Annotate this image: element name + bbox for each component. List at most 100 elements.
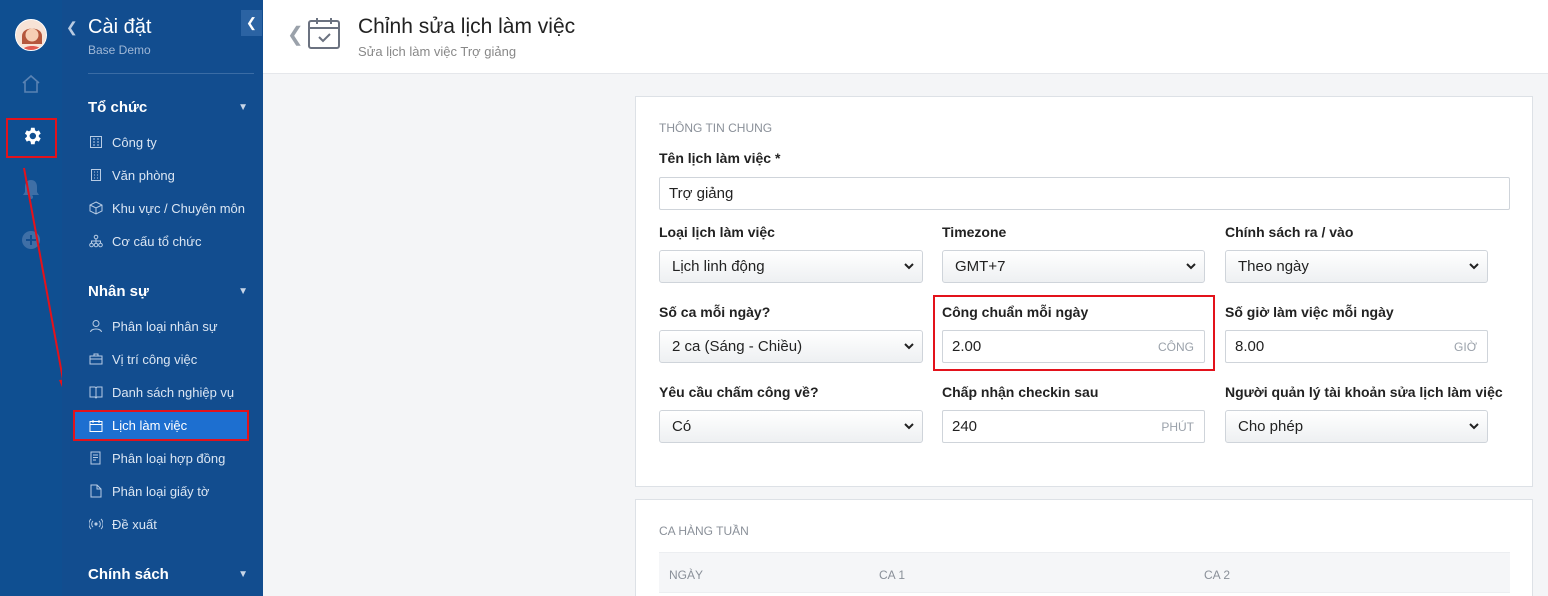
page-title: Chỉnh sửa lịch làm việc [358,15,576,38]
section-title: THÔNG TIN CHUNG [659,121,773,135]
select-value: Có [672,418,692,435]
input-value: 8.00 [1235,338,1265,355]
calendar-icon [88,418,104,434]
sidebar-item-danh-sach-nghiep-vu[interactable]: Danh sách nghiệp vụ [88,381,234,403]
collapse-sidebar-button[interactable]: ❮ [241,10,262,36]
divider [88,73,254,74]
accept-checkin-input[interactable]: 240 PHÚT [942,410,1205,443]
sidebar-item-label: Phân loại giấy tờ [112,483,210,499]
back-chevron-icon[interactable]: ❮ [287,22,304,47]
select-value: Cho phép [1238,418,1304,435]
manager-edit-label: Người quản lý tài khoản sửa lịch làm việ… [1225,384,1503,400]
building-icon [88,134,104,150]
column-header: CA 1 [879,568,906,582]
contract-icon [88,450,104,466]
section-nhan-su[interactable]: Nhân sự ▼ [88,283,248,300]
timezone-select[interactable]: GMT+7 [942,250,1205,283]
sidebar-item-label: Văn phòng [112,167,175,183]
user-icon [88,318,104,334]
back-chevron-icon[interactable]: ❮ [66,19,78,36]
schedule-type-label: Loại lịch làm việc [659,224,775,240]
sidebar-item-phan-loai-nhan-su[interactable]: Phân loại nhân sự [88,315,218,337]
standard-workdays-label: Công chuẩn mỗi ngày [942,304,1089,320]
sidebar-item-label: Phân loại nhân sự [112,318,218,334]
unit-suffix: PHÚT [1161,419,1194,434]
section-label: Nhân sự [88,283,149,300]
select-value: Theo ngày [1238,258,1309,275]
chevron-down-icon [1469,423,1479,430]
sidebar-title: Cài đặt [88,16,152,38]
shifts-per-day-select[interactable]: 2 ca (Sáng - Chiều) [659,330,923,363]
shifts-per-day-label: Số ca mỗi ngày? [659,304,771,320]
unit-suffix: GIỜ [1454,339,1477,354]
accept-checkin-label: Chấp nhận checkin sau [942,384,1099,400]
briefcase-icon [88,351,104,367]
hours-per-day-label: Số giờ làm việc mỗi ngày [1225,304,1394,320]
section-to-chuc[interactable]: Tổ chức ▼ [88,99,248,116]
sidebar-item-label: Phân loại hợp đồng [112,450,226,466]
sidebar-item-khu-vuc[interactable]: Khu vực / Chuyên môn [88,197,245,219]
section-chinh-sach[interactable]: Chính sách ▼ [88,566,248,583]
sidebar-subtitle: Base Demo [88,43,151,57]
schedule-name-input[interactable]: Trợ giảng [659,177,1510,210]
icon-rail [0,0,68,596]
page-subtitle: Sửa lịch làm việc Trợ giảng [358,44,517,59]
org-chart-icon [88,233,104,249]
sidebar-item-cong-ty[interactable]: Công ty [88,131,157,153]
require-checkout-label: Yêu cầu chấm công về? [659,384,819,400]
sidebar-item-lich-lam-viec[interactable]: Lịch làm việc [73,410,249,441]
sidebar-item-label: Vị trí công việc [112,351,198,367]
timezone-label: Timezone [942,224,1007,240]
sidebar-item-label: Công ty [112,134,157,150]
require-checkout-select[interactable]: Có [659,410,923,443]
hours-per-day-input[interactable]: 8.00 GIỜ [1225,330,1488,363]
chevron-down-icon: ▼ [238,286,248,297]
inout-policy-label: Chính sách ra / vào [1225,224,1354,240]
chevron-down-icon [904,343,914,350]
select-value: Lịch linh động [672,258,765,275]
sidebar-item-label: Đề xuất [112,516,157,532]
office-icon [88,167,104,183]
standard-workdays-input[interactable]: 2.00 CÔNG [942,330,1205,363]
schedule-name-value: Trợ giảng [669,185,734,202]
sidebar-item-van-phong[interactable]: Văn phòng [88,164,175,186]
input-value: 240 [952,418,978,435]
schedule-type-select[interactable]: Lịch linh động [659,250,923,283]
sidebar-item-phan-loai-giay-to[interactable]: Phân loại giấy tờ [88,480,209,502]
sidebar-item-label: Danh sách nghiệp vụ [112,384,235,400]
section-label: Tổ chức [88,99,148,116]
column-header: CA 2 [1204,568,1231,582]
select-value: GMT+7 [955,258,1006,275]
book-icon [88,384,104,400]
settings-sidebar: ❮ Cài đặt Base Demo ❮ Tổ chức ▼ Công ty … [62,0,263,596]
sidebar-item-co-cau[interactable]: Cơ cấu tổ chức [88,230,201,252]
page-header: ❮ Chỉnh sửa lịch làm việc Sửa lịch làm v… [263,0,1548,74]
table-header: NGÀY CA 1 CA 2 [659,552,1510,593]
chevron-down-icon [1186,263,1196,270]
chevron-down-icon: ▼ [238,102,248,113]
sidebar-item-label: Khu vực / Chuyên môn [112,200,245,216]
select-value: 2 ca (Sáng - Chiều) [672,338,803,355]
column-header: NGÀY [669,568,704,582]
input-value: 2.00 [952,338,982,355]
weekly-shifts-card: CA HÀNG TUẦN NGÀY CA 1 CA 2 [635,499,1533,596]
cube-icon [88,200,104,216]
sidebar-item-vi-tri[interactable]: Vị trí công việc [88,348,197,370]
sidebar-item-phan-loai-hop-dong[interactable]: Phân loại hợp đồng [88,447,225,469]
unit-suffix: CÔNG [1158,339,1194,354]
broadcast-icon [88,516,104,532]
sidebar-item-de-xuat[interactable]: Đề xuất [88,513,157,535]
calendar-check-icon [307,16,341,50]
manager-edit-select[interactable]: Cho phép [1225,410,1488,443]
sidebar-item-label: Lịch làm việc [112,418,188,433]
name-label: Tên lịch làm việc * [659,150,781,166]
chevron-down-icon [904,263,914,270]
section-title: CA HÀNG TUẦN [659,524,749,538]
sidebar-item-label: Cơ cấu tổ chức [112,233,202,249]
section-label: Chính sách [88,566,169,583]
document-icon [88,483,104,499]
chevron-down-icon: ▼ [238,569,248,580]
inout-policy-select[interactable]: Theo ngày [1225,250,1488,283]
chevron-down-icon [1469,263,1479,270]
chevron-down-icon [904,423,914,430]
